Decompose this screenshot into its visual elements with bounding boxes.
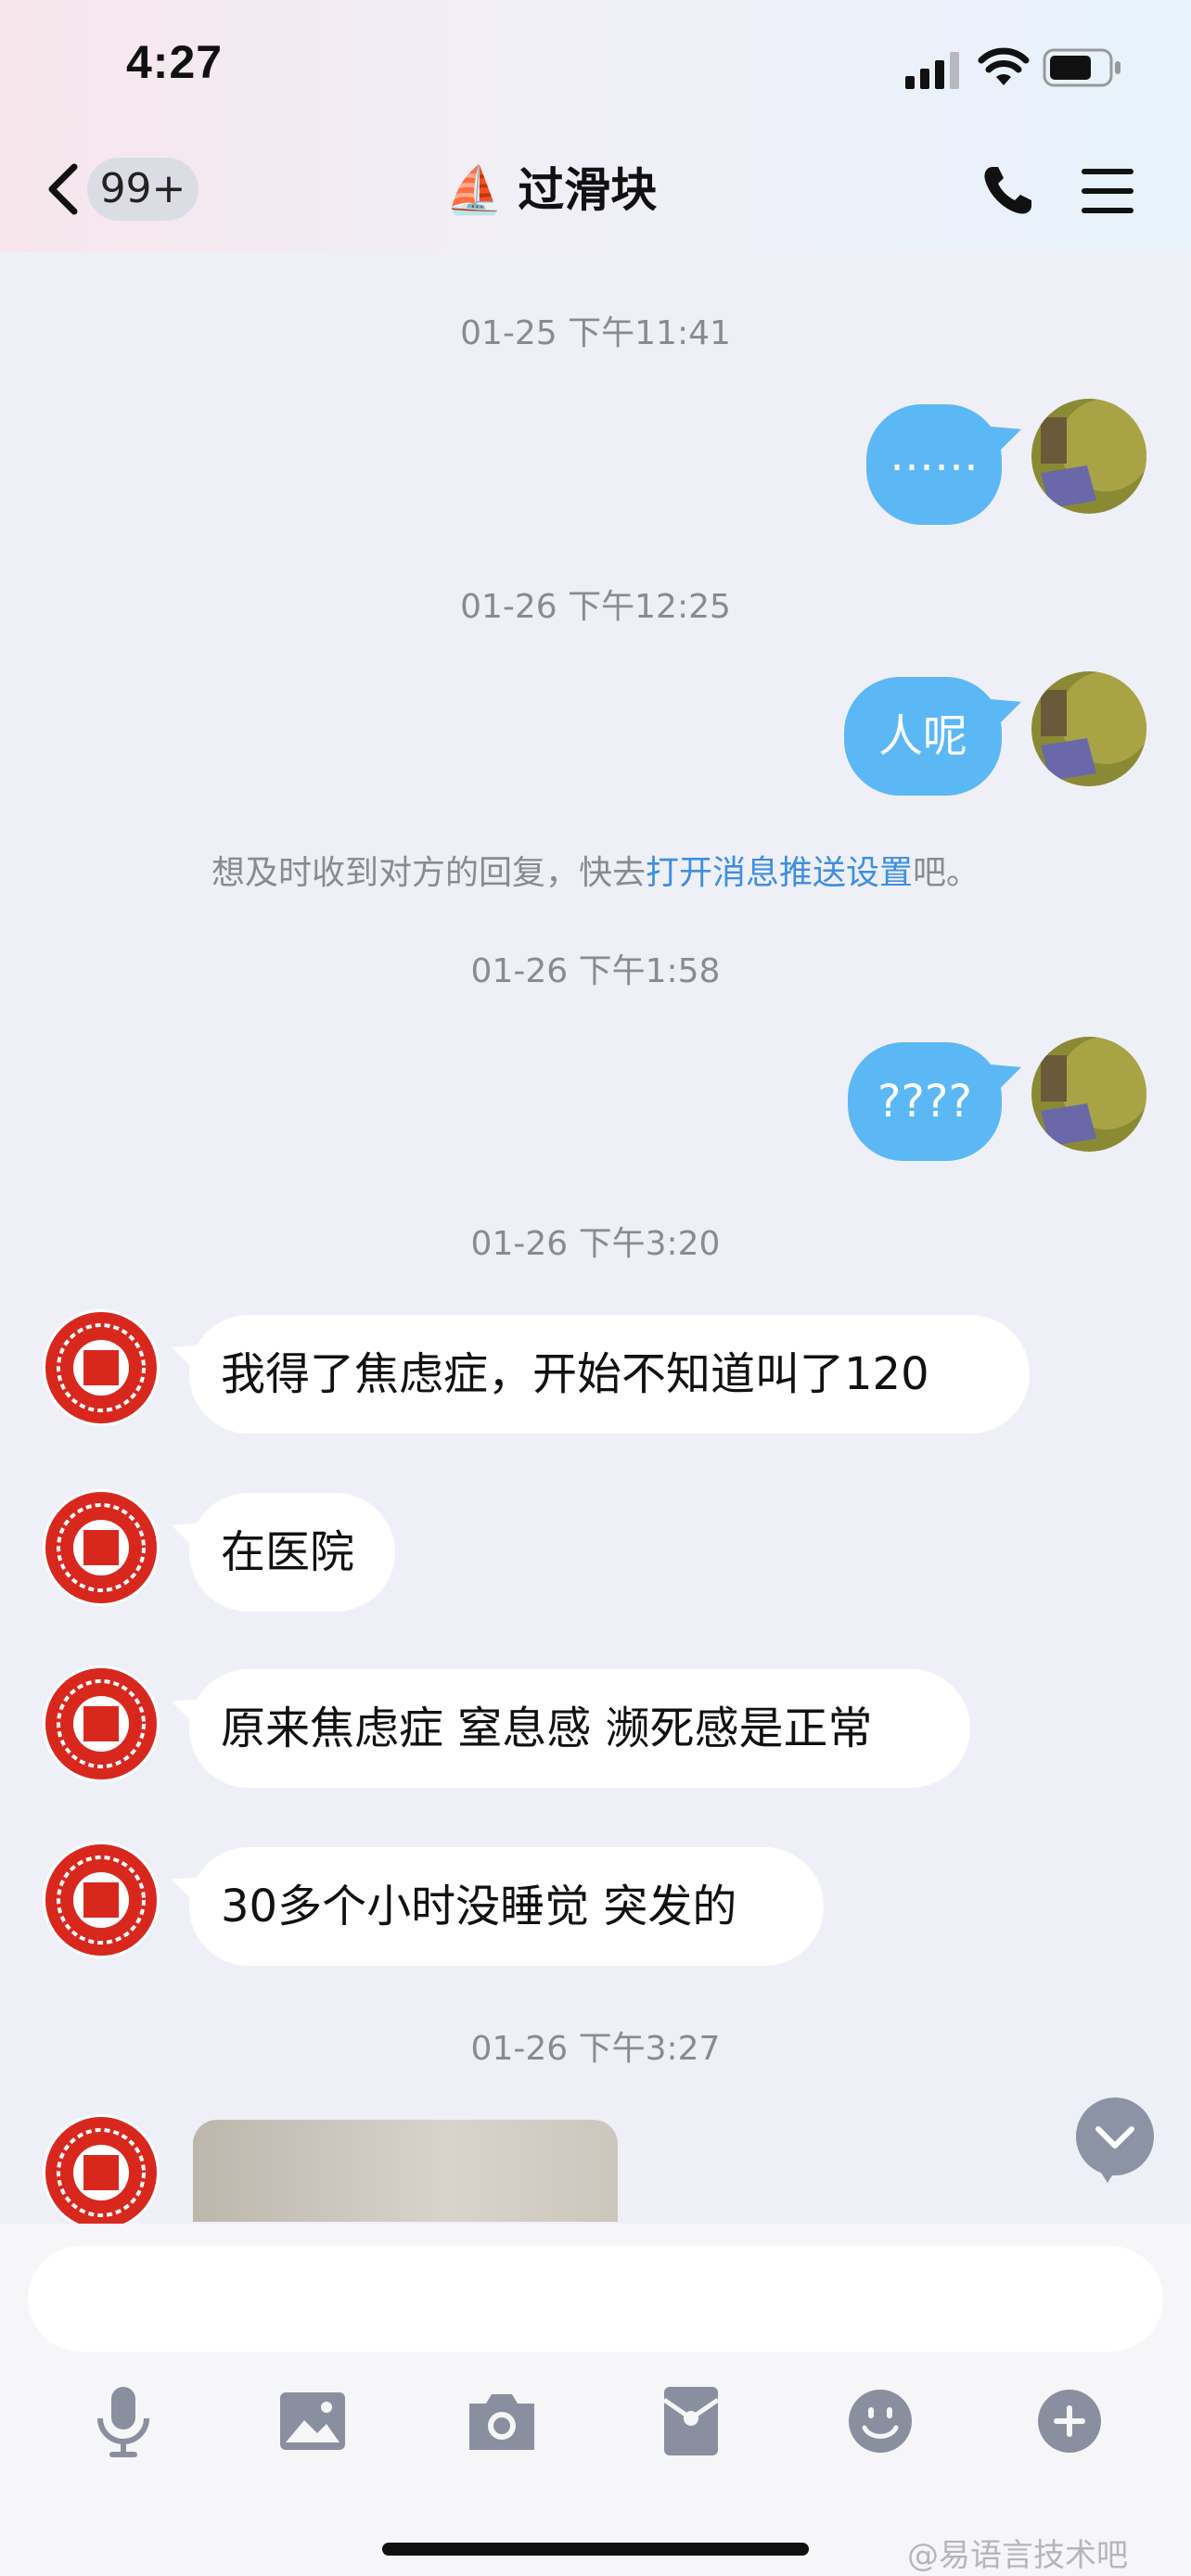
incoming-message[interactable]: 30多个小时没睡觉 突发的 — [167, 1847, 824, 1966]
plus-icon[interactable] — [1028, 2379, 1111, 2463]
message-text: 人呢 — [877, 710, 967, 762]
fu-papercut-avatar-image — [45, 1844, 157, 1956]
image-gallery-icon[interactable] — [271, 2379, 354, 2463]
phone-call-icon[interactable] — [980, 163, 1035, 219]
sailboat-emoji-icon: ⛵ — [445, 163, 504, 217]
contact-avatar[interactable] — [43, 1665, 160, 1782]
outgoing-message[interactable]: 人呢 — [844, 677, 1026, 796]
timestamp: 01-26 下午1:58 — [470, 952, 721, 990]
fu-papercut-avatar-image — [45, 2117, 157, 2228]
timestamp: 01-26 下午12:25 — [460, 588, 731, 626]
contact-avatar[interactable] — [43, 1309, 160, 1426]
open-push-settings-link[interactable]: 打开消息推送设置 — [646, 854, 913, 892]
avatar-image — [1031, 399, 1146, 514]
unread-count-badge[interactable]: 99+ — [87, 158, 198, 221]
message-text: ???? — [877, 1076, 972, 1128]
outgoing-message[interactable]: ???? — [848, 1042, 1026, 1161]
timestamp: 01-26 下午3:20 — [470, 1225, 721, 1263]
message-text: 30多个小时没睡觉 突发的 — [221, 1881, 737, 1932]
menu-icon[interactable] — [1080, 165, 1135, 217]
message-text: …… — [890, 429, 979, 481]
fu-papercut-avatar-image — [45, 1668, 157, 1779]
fu-papercut-avatar-image — [45, 1492, 157, 1603]
fu-papercut-avatar-image — [45, 1312, 157, 1423]
outgoing-message[interactable]: …… — [866, 404, 1026, 525]
contact-avatar[interactable] — [43, 1842, 160, 1958]
chat-title[interactable]: ⛵ 过滑块 — [445, 158, 657, 223]
chat-title-text: 过滑块 — [518, 163, 658, 217]
watermark: @易语言技术吧 — [907, 2537, 1128, 2574]
my-avatar[interactable] — [1031, 1037, 1146, 1152]
image-message[interactable] — [193, 2120, 618, 2222]
microphone-icon[interactable] — [82, 2379, 165, 2463]
contact-avatar[interactable] — [43, 1489, 160, 1606]
status-bar: 4:27 — [0, 0, 1191, 139]
my-avatar[interactable] — [1031, 671, 1146, 786]
timestamp: 01-25 下午11:41 — [460, 314, 731, 352]
incoming-message[interactable]: 在医院 — [167, 1493, 395, 1612]
cellular-signal-icon — [905, 52, 959, 89]
notice-prefix: 想及时收到对方的回复，快去 — [211, 854, 646, 892]
avatar-image — [1031, 671, 1146, 786]
scroll-to-bottom-button[interactable] — [1076, 2098, 1154, 2183]
message-input[interactable] — [28, 2246, 1163, 2352]
camera-icon[interactable] — [460, 2379, 544, 2463]
timestamp: 01-26 下午3:27 — [470, 2030, 721, 2068]
push-notification-notice: 想及时收到对方的回复，快去打开消息推送设置吧。 — [0, 846, 1191, 894]
message-text: 原来焦虑症 窒息感 濒死感是正常 — [221, 1702, 873, 1754]
wifi-icon — [978, 47, 1030, 85]
home-indicator[interactable] — [382, 2543, 809, 2556]
back-chevron-icon[interactable] — [41, 161, 85, 217]
incoming-message[interactable]: 我得了焦虑症，开始不知道叫了120 — [167, 1315, 1030, 1434]
contact-avatar[interactable] — [43, 2114, 160, 2231]
avatar-image — [1031, 1037, 1146, 1152]
message-text: 我得了焦虑症，开始不知道叫了120 — [221, 1348, 929, 1400]
composer: @易语言技术吧 — [0, 2224, 1191, 2576]
red-packet-icon[interactable] — [649, 2379, 733, 2463]
message-text: 在医院 — [221, 1526, 355, 1578]
battery-icon — [1043, 48, 1121, 87]
status-time: 4:27 — [126, 36, 224, 88]
incoming-message[interactable]: 原来焦虑症 窒息感 濒死感是正常 — [167, 1669, 970, 1788]
emoji-icon[interactable] — [839, 2379, 922, 2463]
my-avatar[interactable] — [1031, 399, 1146, 514]
notice-suffix: 吧。 — [913, 854, 980, 892]
chat-header: 99+ ⛵ 过滑块 — [0, 139, 1191, 252]
